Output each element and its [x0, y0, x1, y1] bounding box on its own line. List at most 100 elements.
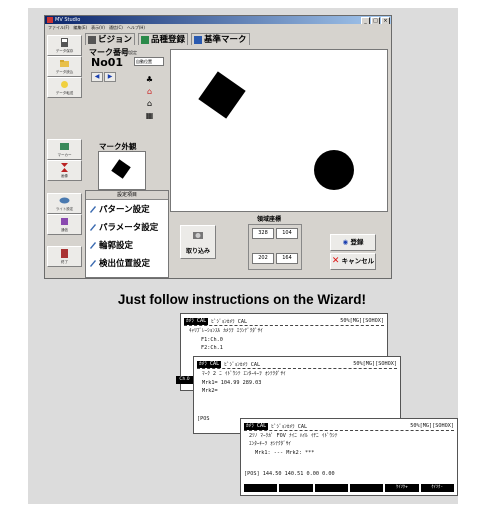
- light-icon: [59, 197, 70, 204]
- register-button[interactable]: ◉ 登録: [330, 234, 376, 251]
- square-mark: [198, 71, 246, 119]
- mark-number-value: No01: [91, 56, 124, 69]
- left-toolbar: データ保存 データ読込 データ転送 マーカー 画像 ライト設定 通信 終了: [47, 33, 82, 276]
- cancel-icon: ✕: [331, 256, 340, 266]
- register-icon: ◉: [342, 238, 349, 246]
- settings-item-label: パターン設定: [99, 205, 150, 215]
- divider: [184, 325, 384, 326]
- menu-view[interactable]: 表示(V): [91, 24, 105, 31]
- terminal-status: 50%[MG][SOHOX]: [410, 423, 454, 429]
- fkey-3[interactable]: [314, 484, 348, 492]
- toolbar-label: ライト設定: [55, 207, 74, 211]
- terminal-screen-3: ｶﾒﾗ CAL ﾋﾞｼﾞｮﾝｶﾒﾗ CAL 50%[MG][SOHOX] 2ﾂﾉ…: [240, 418, 458, 496]
- coord-x2[interactable]: 202: [252, 253, 274, 264]
- save-button[interactable]: データ保存: [47, 35, 82, 56]
- settings-item-label: 輪郭設定: [99, 241, 134, 251]
- terminal-line: 2ﾂﾉ ﾏｰｸｶﾞ FOV ﾅｲﾆ ﾊｲﾙ ｲﾁﾆ ｲﾄﾞｳｼﾃ: [249, 433, 338, 439]
- transfer-button[interactable]: データ転送: [47, 77, 82, 98]
- menu-comm[interactable]: 通信(C): [109, 24, 123, 31]
- coord-x1[interactable]: 328: [252, 228, 274, 239]
- region-coords-title: 領域座標: [257, 216, 282, 223]
- settings-item-label: パラメータ設定: [99, 223, 159, 233]
- terminal-title: ﾋﾞｼﾞｮﾝｶﾒﾗ CAL: [211, 318, 248, 325]
- divider: [197, 368, 397, 369]
- cross-shape-icon[interactable]: ♣: [144, 74, 155, 85]
- toolbar-label: データ読込: [55, 70, 74, 74]
- terminal-header: ｶﾒﾗ CAL ﾋﾞｼﾞｮﾝｶﾒﾗ CAL 50%[MG][SOHOX]: [197, 360, 397, 368]
- toolbar-label: マーカー: [57, 153, 72, 157]
- window-title: MV Studio: [55, 17, 81, 23]
- prev-mark-icon[interactable]: ◀: [91, 72, 103, 82]
- menu-help[interactable]: ヘルプ(H): [127, 24, 145, 31]
- tab-bar: ビジョン 品種登録 基準マーク: [85, 33, 250, 45]
- camera-view[interactable]: [170, 49, 388, 212]
- terminal-line: Mrk1: --- Mrk2: ***: [255, 450, 315, 456]
- toolbar-label: 終了: [61, 260, 68, 264]
- tab-register[interactable]: 品種登録: [138, 33, 189, 45]
- cancel-label: キャンセル: [341, 257, 375, 265]
- tab-label: 品種登録: [151, 34, 186, 45]
- terminal-line: Mrk1= 104.99 289.03: [202, 380, 262, 386]
- toolbar-label: データ保存: [55, 49, 74, 53]
- settings-item-contour[interactable]: 輪郭設定: [86, 236, 168, 254]
- terminal-tag: ｶﾒﾗ CAL: [244, 422, 269, 430]
- terminal-line: ﾏｰｸ 2 ﾆ ｲﾄﾞｳｼﾃ ｴﾝﾀｰｷｰｦ ｵｼﾃｸﾀﾞｻｲ: [202, 371, 286, 377]
- settings-item-detect-position[interactable]: 検出位置設定: [86, 254, 168, 272]
- fkey-6[interactable]: ｹｲｿｸ-: [420, 484, 454, 492]
- image-button[interactable]: 画像: [47, 160, 82, 181]
- grid-shape-icon[interactable]: ▦: [144, 110, 155, 121]
- light-button[interactable]: ライト設定: [47, 193, 82, 214]
- comm-icon: [61, 218, 68, 225]
- settings-item-parameter[interactable]: パラメータ設定: [86, 218, 168, 236]
- cancel-button[interactable]: ✕ キャンセル: [330, 253, 376, 270]
- terminal-line: ｷｬﾘﾌﾞﾚｰｼｮﾝｽﾙ ｶﾒﾗｦ ｴﾗﾝﾃﾞｸﾀﾞｻｲ: [189, 328, 263, 334]
- coord-y1[interactable]: 104: [276, 228, 298, 239]
- folder-icon: [60, 60, 69, 67]
- exit-button[interactable]: 終了: [47, 246, 82, 267]
- register-icon: [141, 35, 150, 44]
- tab-reference-mark[interactable]: 基準マーク: [191, 33, 250, 45]
- outline-shape-icon[interactable]: ⌂: [144, 98, 155, 109]
- settings-item-label: 検出位置設定: [99, 259, 151, 269]
- image-icon: [61, 163, 68, 172]
- menu-bar: ファイル(F) 編集(E) 表示(V) 通信(C) ヘルプ(H): [45, 24, 391, 31]
- shape-tools: ♣ ⌂ ⌂ ▦: [144, 74, 155, 122]
- tab-vision[interactable]: ビジョン: [85, 33, 136, 45]
- house-shape-icon[interactable]: ⌂: [144, 86, 155, 97]
- mode-select[interactable]: 自動位置: [134, 57, 164, 66]
- fkey-1[interactable]: [244, 484, 278, 492]
- circle-mark: [314, 150, 354, 190]
- terminal-tag: ｶﾒﾗ CAL: [184, 317, 209, 325]
- terminal-title: ﾋﾞｼﾞｮﾝｶﾒﾗ CAL: [224, 361, 261, 368]
- pencil-icon: [90, 260, 96, 267]
- terminal-title: ﾋﾞｼﾞｮﾝｶﾒﾗ CAL: [271, 423, 308, 430]
- capture-label: 取り込み: [185, 248, 210, 255]
- load-button[interactable]: データ読込: [47, 56, 82, 77]
- menu-edit[interactable]: 編集(E): [73, 24, 87, 31]
- display-setting-label: 表示設定: [121, 50, 137, 55]
- function-keys: ｹｲｿｸ+ ｹｲｿｸ-: [244, 484, 454, 492]
- register-label: 登録: [350, 238, 364, 246]
- fkey-2[interactable]: [279, 484, 313, 492]
- pencil-icon: [90, 224, 96, 231]
- capture-button[interactable]: 取り込み: [180, 225, 216, 259]
- menu-file[interactable]: ファイル(F): [48, 24, 69, 31]
- terminal-line: F1:Ch.0: [201, 337, 223, 343]
- next-mark-icon[interactable]: ▶: [104, 72, 116, 82]
- settings-list: 設定項目 パターン設定 パラメータ設定 輪郭設定 検出位置設定: [85, 190, 169, 278]
- toolbar-label: 通信: [61, 228, 68, 232]
- fkey-5[interactable]: ｹｲｿｸ+: [385, 484, 419, 492]
- wizard-caption: Just follow instructions on the Wizard!: [117, 292, 367, 307]
- comm-button[interactable]: 通信: [47, 214, 82, 235]
- marker-button[interactable]: マーカー: [47, 139, 82, 160]
- settings-item-pattern[interactable]: パターン設定: [86, 200, 168, 218]
- tab-label: ビジョン: [98, 34, 133, 45]
- vision-icon: [88, 35, 96, 44]
- terminal-line: F2:Ch.1: [201, 345, 223, 351]
- terminal-line: ｴﾝﾀｰｷｰｦ ｵｼﾃｸﾀﾞｻｲ: [249, 441, 292, 447]
- preview-diamond: [111, 159, 131, 179]
- toolbar-label: データ転送: [55, 91, 74, 95]
- coord-y2[interactable]: 164: [276, 253, 298, 264]
- fkey-4[interactable]: [349, 484, 384, 492]
- terminal-pos-line: [POS] 144.50 140.51 0.00 0.00: [244, 471, 335, 477]
